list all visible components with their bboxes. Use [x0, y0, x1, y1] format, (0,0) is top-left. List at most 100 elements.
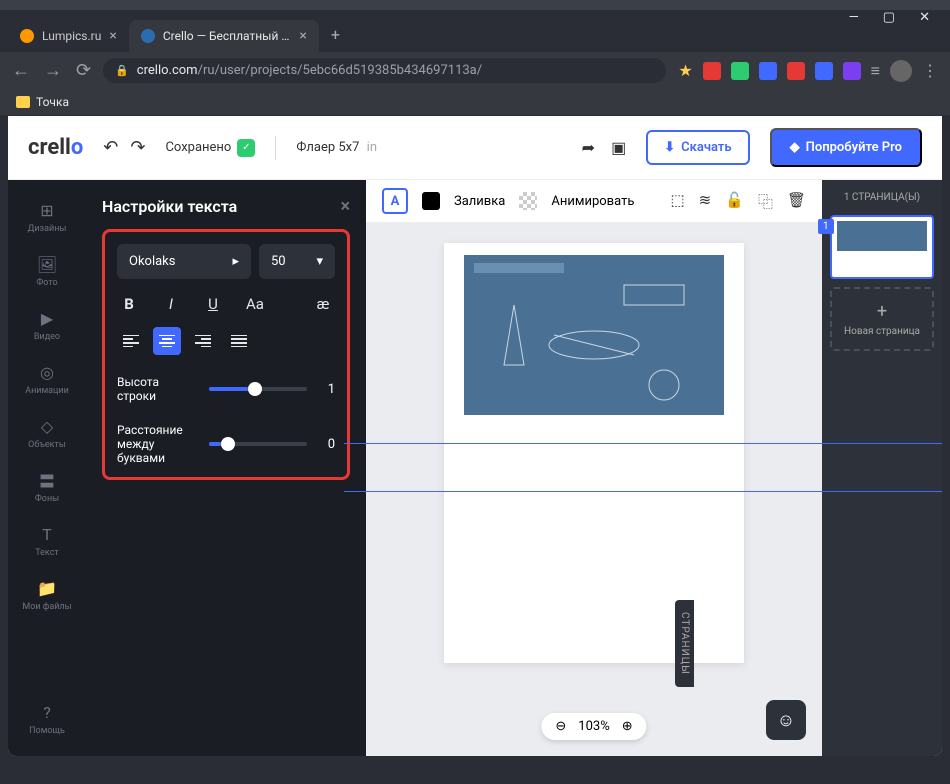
rail-text[interactable]: TТекст — [8, 516, 86, 566]
context-toolbar: A Заливка Анимировать ⬚ ≋ 🔓 ⿻ 🗑 — [366, 180, 822, 223]
italic-button[interactable]: I — [159, 295, 183, 313]
canvas-page[interactable] — [444, 243, 744, 663]
object-actions: ⬚ ≋ 🔓 ⿻ 🗑 — [670, 191, 806, 212]
font-size-select[interactable]: 50 ▾ — [259, 244, 335, 279]
placed-image[interactable] — [464, 255, 724, 415]
left-rail: ⊞Дизайны 🖼Фото ▶Видео ◎Анимации ◇Объекты… — [8, 180, 86, 756]
download-button[interactable]: ⬇ Скачать — [646, 130, 749, 165]
align-left-button[interactable] — [117, 327, 145, 355]
chat-button[interactable]: ☺ — [766, 700, 806, 740]
logo[interactable]: crello — [28, 135, 83, 160]
zoom-in-button[interactable]: ⊕ — [622, 719, 633, 734]
minimize-button[interactable]: — — [849, 10, 859, 25]
background-icon: 〓 — [37, 470, 57, 490]
plus-icon: + — [877, 301, 887, 322]
underline-button[interactable]: U — [201, 295, 225, 313]
bookmark-bar: Точка — [0, 89, 950, 116]
chevron-right-icon: ▸ — [232, 254, 239, 269]
redo-button[interactable]: ↷ — [130, 137, 145, 158]
close-panel-icon[interactable]: × — [340, 196, 350, 217]
design-name[interactable]: Флаер 5х7 in — [296, 140, 377, 155]
position-icon[interactable]: ⬚ — [670, 191, 684, 212]
font-row: Okolaks ▸ 50 ▾ — [117, 244, 335, 279]
profile-avatar[interactable] — [890, 60, 912, 82]
undo-button[interactable]: ↶ — [103, 137, 118, 158]
extension-icon[interactable] — [787, 62, 805, 80]
align-center-button[interactable] — [153, 327, 181, 355]
close-button[interactable]: ✕ — [919, 10, 930, 25]
url-host: crello.com — [137, 63, 198, 78]
transparency-icon[interactable] — [519, 192, 537, 210]
align-right-button[interactable] — [189, 327, 217, 355]
favicon-icon — [20, 29, 34, 43]
saved-label: Сохранено — [165, 140, 231, 155]
url-input[interactable]: 🔒 crello.com/ru/user/projects/5ebc66d519… — [103, 58, 666, 83]
animate-button[interactable]: Анимировать — [551, 194, 634, 209]
align-row — [117, 327, 335, 355]
menu-icon[interactable]: ⋮ — [922, 61, 938, 80]
rail-designs[interactable]: ⊞Дизайны — [8, 192, 86, 242]
shapes-icon: ◇ — [37, 416, 57, 436]
color-swatch[interactable] — [422, 192, 440, 210]
cloud-icon: ✓ — [237, 139, 255, 157]
font-select[interactable]: Okolaks ▸ — [117, 244, 251, 279]
extension-icon[interactable] — [815, 62, 833, 80]
extension-icon[interactable] — [731, 62, 749, 80]
extension-icon[interactable] — [759, 62, 777, 80]
maximize-button[interactable]: ▢ — [883, 10, 895, 25]
reading-list-icon[interactable]: ≡ — [871, 61, 880, 81]
present-icon[interactable]: ▣ — [611, 138, 626, 157]
slider-thumb[interactable] — [248, 382, 262, 396]
slider-label: Высота строки — [117, 375, 197, 403]
lock-icon[interactable]: 🔓 — [725, 191, 744, 212]
rail-help[interactable]: ?Помощь — [8, 694, 86, 744]
align-justify-button[interactable] — [225, 327, 253, 355]
reload-button[interactable]: ⟳ — [76, 60, 91, 81]
new-tab-button[interactable]: + — [319, 17, 352, 52]
browser-tab[interactable]: Crello — Бесплатный инструмен × — [129, 20, 319, 52]
extension-icon[interactable] — [843, 62, 861, 80]
page-thumbnail[interactable]: 1 — [830, 215, 934, 279]
copy-icon[interactable]: ⿻ — [758, 191, 773, 212]
slider-thumb[interactable] — [221, 437, 235, 451]
canvas-viewport[interactable]: ⊖ 103% ⊕ — [366, 223, 822, 756]
zoom-level[interactable]: 103% — [578, 719, 609, 734]
slider-track[interactable] — [209, 387, 307, 391]
rail-video[interactable]: ▶Видео — [8, 300, 86, 350]
thumbnail-preview — [837, 221, 927, 251]
text-settings-panel: Настройки текста × Okolaks ▸ 50 ▾ B I — [86, 180, 366, 756]
save-status: Сохранено ✓ — [165, 139, 255, 157]
browser-tab[interactable]: Lumpics.ru × — [8, 20, 129, 52]
rail-files[interactable]: 📁Мои файлы — [8, 570, 86, 620]
bold-button[interactable]: B — [117, 295, 141, 313]
new-page-button[interactable]: + Новая страница — [830, 287, 934, 351]
rail-photo[interactable]: 🖼Фото — [8, 246, 86, 296]
selection-guide — [344, 491, 942, 492]
star-icon[interactable]: ★ — [678, 61, 692, 80]
tab-title: Lumpics.ru — [42, 29, 101, 43]
forward-button[interactable]: → — [44, 60, 62, 81]
layers-icon[interactable]: ≋ — [699, 191, 712, 212]
case-button[interactable]: Aa — [243, 295, 267, 313]
header-actions: ➦ ▣ — [582, 138, 627, 157]
pages-tab[interactable]: СТРАНИЦЫ — [675, 600, 694, 687]
help-icon: ? — [37, 702, 57, 722]
text-mode-button[interactable]: A — [382, 188, 408, 214]
slider-track[interactable] — [209, 442, 307, 446]
delete-icon[interactable]: 🗑 — [787, 191, 806, 212]
ligature-button[interactable]: æ — [311, 295, 335, 313]
bookmark-item[interactable]: Точка — [36, 95, 69, 109]
nav-arrows: ← → ⟳ — [12, 60, 91, 81]
tab-close-icon[interactable]: × — [299, 28, 306, 44]
rail-objects[interactable]: ◇Объекты — [8, 408, 86, 458]
fill-label[interactable]: Заливка — [454, 194, 505, 209]
share-icon[interactable]: ➦ — [582, 138, 595, 157]
rail-animations[interactable]: ◎Анимации — [8, 354, 86, 404]
extension-icon[interactable] — [703, 62, 721, 80]
tab-close-icon[interactable]: × — [109, 28, 116, 44]
zoom-out-button[interactable]: ⊖ — [555, 719, 566, 734]
back-button[interactable]: ← — [12, 60, 30, 81]
address-bar: ← → ⟳ 🔒 crello.com/ru/user/projects/5ebc… — [0, 52, 950, 89]
rail-backgrounds[interactable]: 〓Фоны — [8, 462, 86, 512]
try-pro-button[interactable]: ◆ Попробуйте Pro — [770, 128, 922, 167]
